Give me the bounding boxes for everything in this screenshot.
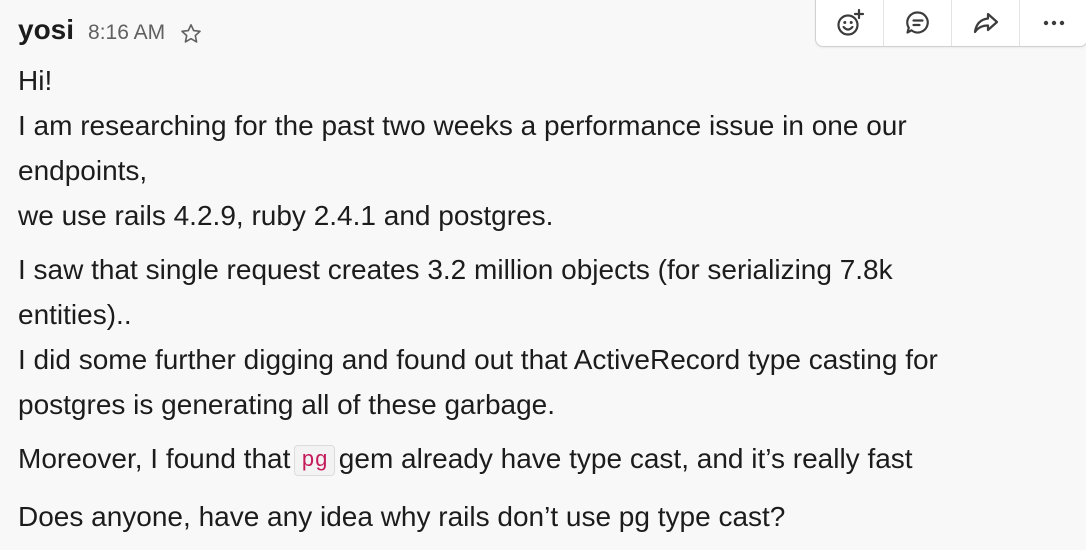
message-line: endpoints, bbox=[18, 155, 148, 186]
add-reaction-button[interactable] bbox=[816, 0, 884, 46]
message-timestamp[interactable]: 8:16 AM bbox=[88, 21, 165, 45]
share-message-button[interactable] bbox=[952, 0, 1020, 46]
add-reaction-icon bbox=[836, 8, 864, 36]
message-body: Hi! I am researching for the past two we… bbox=[18, 58, 1068, 539]
more-actions-icon bbox=[1043, 20, 1064, 26]
message-line: Moreover, I found that pg gem already have… bbox=[18, 436, 1068, 485]
message-author[interactable]: yosi bbox=[18, 14, 74, 46]
message-paragraph: Does anyone, have any idea why rails don… bbox=[18, 494, 1068, 539]
reply-thread-button[interactable] bbox=[884, 0, 952, 46]
more-actions-button[interactable] bbox=[1020, 0, 1086, 46]
message: yosi 8:16 AM Hi! I am researching for th… bbox=[18, 14, 1068, 539]
message-line: Hi! bbox=[18, 65, 53, 96]
star-icon[interactable] bbox=[179, 22, 203, 46]
message-line: I am researching for the past two weeks … bbox=[18, 110, 907, 141]
message-actions-toolbar bbox=[815, 0, 1086, 47]
message-paragraph: Hi! I am researching for the past two we… bbox=[18, 58, 1068, 238]
reply-thread-icon bbox=[905, 11, 929, 34]
inline-code: pg bbox=[294, 445, 335, 476]
message-line: I did some further digging and found out… bbox=[18, 344, 938, 375]
share-icon bbox=[973, 12, 998, 34]
message-line: entities).. bbox=[18, 299, 132, 330]
message-paragraph: Moreover, I found that pg gem already have… bbox=[18, 436, 1068, 485]
text-after-code: gem already have type cast, and it’s rea… bbox=[338, 443, 913, 474]
message-paragraph: I saw that single request creates 3.2 mi… bbox=[18, 247, 1068, 427]
text-before-code: Moreover, I found that bbox=[18, 443, 291, 474]
message-line: Does anyone, have any idea why rails don… bbox=[18, 501, 786, 532]
message-line: I saw that single request creates 3.2 mi… bbox=[18, 254, 893, 285]
message-line: we use rails 4.2.9, ruby 2.4.1 and postg… bbox=[18, 200, 554, 231]
message-line: postgres is generating all of these garb… bbox=[18, 389, 556, 420]
